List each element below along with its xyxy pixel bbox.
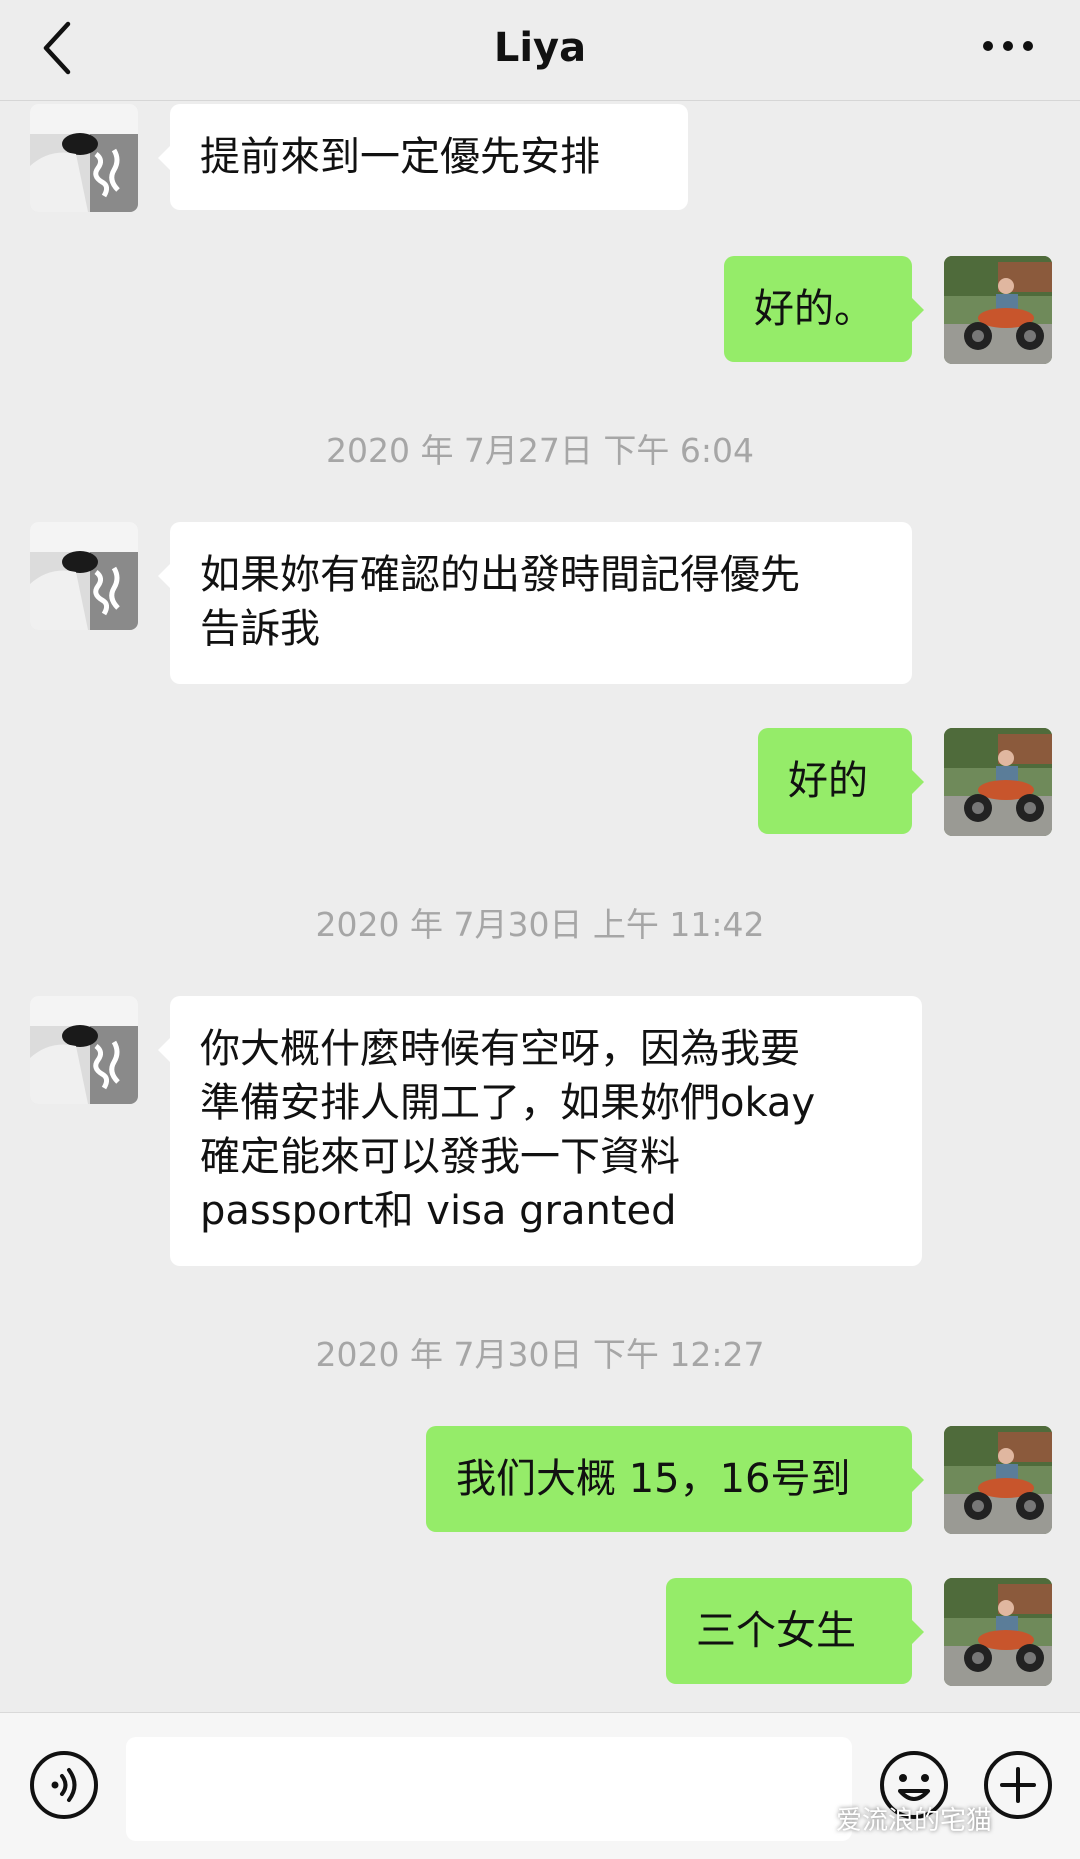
message-bubble-outgoing[interactable]: 我们大概 15，16号到 — [426, 1426, 912, 1532]
my-avatar[interactable] — [944, 1578, 1052, 1686]
message-text: 好的。 — [754, 286, 874, 332]
voice-input-button[interactable] — [28, 1749, 100, 1821]
contact-avatar[interactable] — [30, 522, 138, 630]
message-text-line: 確定能來可以發我一下資料 — [200, 1134, 680, 1180]
bubble-tail — [912, 1620, 924, 1644]
contact-avatar-image — [30, 522, 138, 630]
contact-avatar[interactable] — [30, 996, 138, 1104]
contact-avatar-image — [30, 996, 138, 1104]
my-avatar-image — [944, 1426, 1052, 1534]
contact-avatar[interactable] — [30, 104, 138, 212]
bubble-tail — [912, 298, 924, 322]
message-bubble-outgoing[interactable]: 三个女生 — [666, 1578, 912, 1684]
message-bubble-incoming[interactable]: 如果妳有確認的出發時間記得優先 告訴我 — [170, 522, 912, 684]
chat-header: Liya — [0, 0, 1080, 101]
message-text: 提前來到一定優先安排 — [200, 134, 600, 180]
wechat-logo-icon — [800, 1800, 834, 1829]
message-text-line: 你大概什麼時候有空呀，因為我要 — [200, 1026, 800, 1072]
more-options-button[interactable] — [978, 28, 1038, 68]
message-bubble-incoming[interactable]: 你大概什麼時候有空呀，因為我要 準備安排人開工了，如果妳們okay 確定能來可以… — [170, 996, 922, 1266]
message-bubble-outgoing[interactable]: 好的。 — [724, 256, 912, 362]
message-bubble-incoming[interactable]: 提前來到一定優先安排 — [170, 104, 688, 210]
plus-icon — [984, 1751, 1052, 1819]
message-text: 好的 — [788, 758, 868, 804]
chat-title: Liya — [493, 25, 587, 71]
message-text-line: 準備安排人開工了，如果妳們okay — [200, 1080, 816, 1126]
message-text-line: 告訴我 — [200, 606, 320, 652]
message-text-line: passport和 visa granted — [200, 1188, 677, 1234]
timestamp: 2020 年 7月30日 下午 12:27 — [315, 1335, 765, 1374]
message-text-line: 如果妳有確認的出發時間記得優先 — [200, 552, 800, 598]
message-input[interactable] — [126, 1737, 852, 1841]
timestamp: 2020 年 7月27日 下午 6:04 — [325, 431, 755, 470]
more-dots-icon — [983, 41, 1033, 51]
message-text: 三个女生 — [696, 1608, 856, 1654]
my-avatar[interactable] — [944, 1426, 1052, 1534]
bubble-tail — [158, 146, 170, 170]
voice-icon — [30, 1751, 98, 1819]
bubble-tail — [158, 1038, 170, 1062]
contact-avatar-image — [30, 104, 138, 212]
timestamp: 2020 年 7月30日 上午 11:42 — [315, 905, 765, 944]
my-avatar-image — [944, 256, 1052, 364]
more-actions-button[interactable] — [982, 1749, 1054, 1821]
message-text: 我们大概 15，16号到 — [456, 1456, 851, 1502]
bubble-tail — [912, 1468, 924, 1492]
my-avatar-image — [944, 728, 1052, 836]
my-avatar[interactable] — [944, 728, 1052, 836]
my-avatar-image — [944, 1578, 1052, 1686]
bubble-tail — [912, 770, 924, 794]
message-bubble-outgoing[interactable]: 好的 — [758, 728, 912, 834]
my-avatar[interactable] — [944, 256, 1052, 364]
watermark-text: 爱流浪的宅猫 — [836, 1806, 993, 1836]
bubble-tail — [158, 564, 170, 588]
